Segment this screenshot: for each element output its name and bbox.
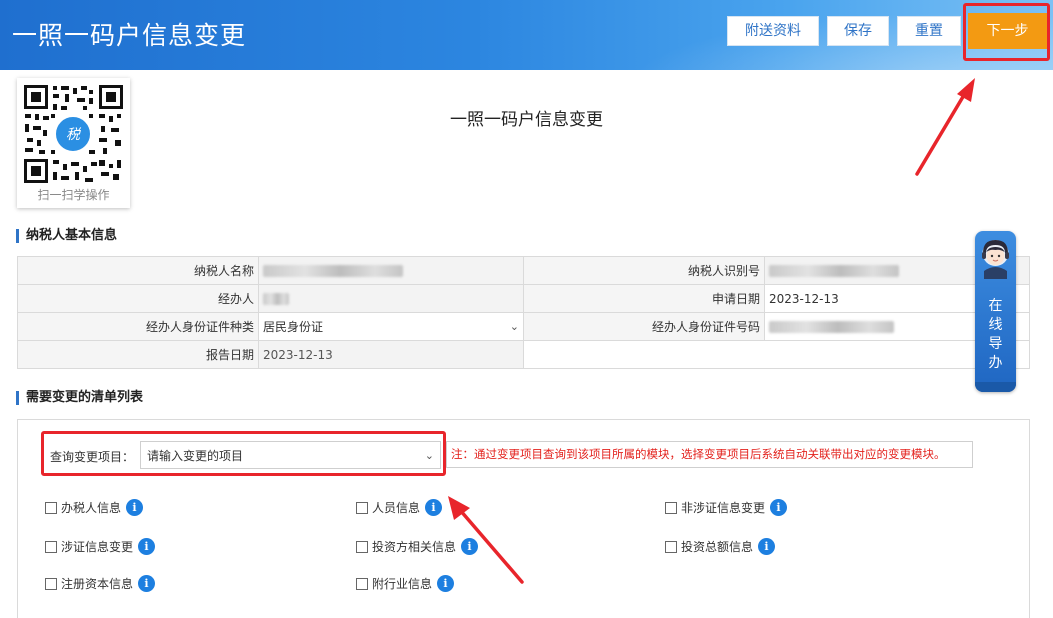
checkbox-investor-info[interactable]: 投资方相关信息 i [356,538,479,555]
checkbox-label: 投资总额信息 [681,540,754,554]
info-icon[interactable]: i [461,538,479,555]
apply-date-label: 申请日期 [523,284,765,313]
info-icon[interactable]: i [126,499,144,516]
agent-id-type-select[interactable]: 居民身份证 ⌄ [258,312,524,341]
info-icon[interactable]: i [758,538,776,555]
basic-info-section-title: 纳税人基本信息 [16,229,117,243]
change-list-section-title: 需要变更的清单列表 [16,391,143,405]
agent-id-type-label: 经办人身份证件种类 [17,312,259,341]
table-row: 纳税人名称 纳税人识别号 [17,256,1030,285]
reset-button[interactable]: 重置 [897,16,961,46]
info-icon[interactable]: i [770,499,788,516]
report-date-value: 2023-12-13 [258,340,524,369]
redacted-text [263,293,289,305]
basic-info-table: 纳税人名称 纳税人识别号 经办人 申请日期 2023-12-13 经办人身份证件… [17,256,1030,369]
agent-id-no-label: 经办人身份证件号码 [523,312,765,341]
checkbox-label: 人员信息 [372,501,421,515]
checkbox[interactable] [356,540,368,553]
empty-cell [523,340,1030,369]
checkbox-personnel-info[interactable]: 人员信息 i [356,499,443,516]
info-icon[interactable]: i [425,499,443,516]
taxpayer-id-label: 纳税人识别号 [523,256,765,285]
taxpayer-name-value [258,256,524,285]
query-note: 注：通过变更项目查询到该项目所属的模块，选择变更项目后系统自动关联带出对应的变更… [446,441,973,468]
redacted-text [263,265,403,277]
checkbox-label: 涉证信息变更 [61,540,134,554]
chevron-down-icon: ⌄ [424,448,434,462]
table-row: 经办人 申请日期 2023-12-13 [17,284,1030,313]
query-change-label: 查询变更项目： [50,450,135,464]
info-icon[interactable]: i [437,575,455,592]
checkbox-taxpayer-agent-info[interactable]: 办税人信息 i [45,499,144,516]
chevron-down-icon: ⌄ [509,320,519,333]
qr-code-card: 税 扫一扫学操作 [17,78,130,208]
table-row: 报告日期 2023-12-13 [17,340,1030,369]
checkbox[interactable] [665,540,677,553]
agent-value [258,284,524,313]
checkbox-sub-industry-info[interactable]: 附行业信息 i [356,575,455,592]
checkbox[interactable] [356,577,368,590]
checkbox[interactable] [45,540,57,553]
report-date-label: 报告日期 [17,340,259,369]
redacted-text [769,321,894,333]
guide-footer [975,382,1016,392]
save-button[interactable]: 保存 [827,16,889,46]
agent-id-type-value: 居民身份证 [263,320,324,334]
agent-label: 经办人 [17,284,259,313]
checkbox-registered-capital-info[interactable]: 注册资本信息 i [45,575,156,592]
checkbox[interactable] [665,501,677,514]
header-title: 一照一码户信息变更 [12,21,247,50]
qr-code-icon: 税 [23,84,124,184]
info-icon[interactable]: i [138,575,156,592]
checkbox[interactable] [45,501,57,514]
query-change-select[interactable]: 请输入变更的项目 ⌄ [140,441,441,469]
info-icon[interactable]: i [138,538,156,555]
checkbox[interactable] [45,577,57,590]
checkbox-label: 注册资本信息 [61,577,134,591]
checkbox[interactable] [356,501,368,514]
customer-service-avatar-icon [982,240,1009,279]
page-title: 一照一码户信息变更 [450,110,603,130]
online-guide-label: 在线导办 [988,298,1003,371]
checkbox-total-investment-info[interactable]: 投资总额信息 i [665,538,776,555]
checkbox-label: 非涉证信息变更 [681,501,766,515]
checkbox-label: 投资方相关信息 [372,540,457,554]
table-row: 经办人身份证件种类 居民身份证 ⌄ 经办人身份证件号码 [17,312,1030,341]
online-guide-button[interactable]: 在线导办 [975,231,1016,392]
query-change-placeholder: 请输入变更的项目 [147,448,244,463]
checkbox-non-license-change[interactable]: 非涉证信息变更 i [665,499,788,516]
qr-caption: 扫一扫学操作 [37,188,110,202]
attach-materials-button[interactable]: 附送资料 [727,16,819,46]
taxpayer-name-label: 纳税人名称 [17,256,259,285]
checkbox-license-change[interactable]: 涉证信息变更 i [45,538,156,555]
page-header: 一照一码户信息变更 附送资料 保存 重置 下一步 [0,0,1053,70]
next-step-button[interactable]: 下一步 [968,13,1047,49]
redacted-text [769,265,899,277]
checkbox-label: 办税人信息 [61,501,122,515]
checkbox-label: 附行业信息 [372,577,433,591]
